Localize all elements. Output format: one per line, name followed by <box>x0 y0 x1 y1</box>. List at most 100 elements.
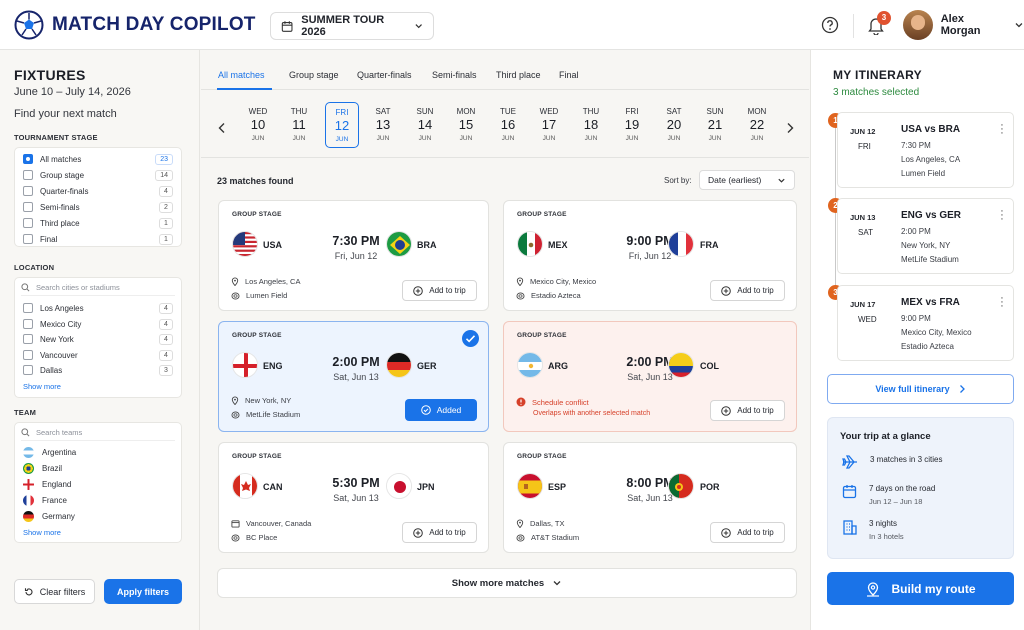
day-option[interactable]: WED 17 JUN <box>532 107 566 142</box>
match-card-conflict[interactable]: GROUP STAGE ARG 2:00 PM Sat, Jun 13 COL … <box>503 321 797 432</box>
day-option[interactable]: THU 11 JUN <box>282 107 316 142</box>
itinerary-item[interactable]: JUN 12 FRI USA vs BRA 7:30 PM Los Angele… <box>837 112 1014 188</box>
add-to-trip-button[interactable]: Add to trip <box>710 280 785 301</box>
city-label: Dallas, TX <box>530 519 565 528</box>
checkbox[interactable] <box>23 319 33 329</box>
location-search-input[interactable]: Search cities or stadiums <box>21 280 175 296</box>
button-label: Add to trip <box>737 406 774 415</box>
button-label: Add to trip <box>429 528 466 537</box>
date-range: June 10 – July 14, 2026 <box>14 86 131 98</box>
added-button[interactable]: Added <box>405 399 477 421</box>
day-number: 10 <box>250 117 266 132</box>
add-to-trip-button[interactable]: Add to trip <box>710 522 785 543</box>
day-option[interactable]: FRI 19 JUN <box>615 107 649 142</box>
more-options-icon[interactable]: · · · <box>1000 206 1004 225</box>
day-option-selected[interactable]: FRI 12 JUN <box>325 102 359 148</box>
team-search-input[interactable]: Search teams <box>21 425 175 441</box>
home-team-code: CAN <box>263 482 283 492</box>
chevron-left-icon[interactable] <box>217 122 227 134</box>
match-card[interactable]: GROUP STAGE ESP 8:00 PM Sat, Jun 13 POR … <box>503 442 797 553</box>
itinerary-item[interactable]: JUN 17 WED MEX vs FRA 9:00 PM Mexico Cit… <box>837 285 1014 361</box>
match-card[interactable]: GROUP STAGE CAN 5:30 PM Sat, Jun 13 JPN … <box>218 442 489 553</box>
option-count: 14 <box>155 169 173 181</box>
day-option[interactable]: SAT 20 JUN <box>657 107 691 142</box>
help-icon[interactable] <box>821 16 839 34</box>
option-label: Semi-finals <box>40 202 80 212</box>
team-option[interactable]: Germany <box>23 509 173 523</box>
location-option[interactable]: Los Angeles 4 <box>23 301 173 315</box>
tab-final[interactable]: Final <box>559 70 579 80</box>
match-card-added[interactable]: GROUP STAGE ENG 2:00 PM Sat, Jun 13 GER … <box>218 321 489 432</box>
location-option[interactable]: Mexico City 4 <box>23 317 173 331</box>
add-to-trip-button[interactable]: Add to trip <box>710 400 785 421</box>
add-to-trip-button[interactable]: Add to trip <box>402 280 477 301</box>
stage-option[interactable]: Third place 1 <box>23 216 173 230</box>
team-option[interactable]: Argentina <box>23 445 173 459</box>
checkbox[interactable] <box>23 218 33 228</box>
option-label: All matches <box>40 154 82 164</box>
show-more-teams[interactable]: Show more <box>23 528 61 537</box>
stage-option[interactable]: Semi-finals 2 <box>23 200 173 214</box>
show-more-matches-button[interactable]: Show more matches <box>217 568 797 598</box>
match-card[interactable]: GROUP STAGE MEX 9:00 PM Fri, Jun 12 FRA … <box>503 200 797 311</box>
day-option[interactable]: MON 22 JUN <box>740 107 774 142</box>
checkbox[interactable] <box>23 350 33 360</box>
chevron-right-icon[interactable] <box>785 122 795 134</box>
option-label: Mexico City <box>40 319 82 329</box>
day-option[interactable]: TUE 16 JUN <box>491 107 525 142</box>
checkbox[interactable] <box>23 186 33 196</box>
search-placeholder: Search teams <box>36 428 83 437</box>
stage-option[interactable]: Group stage 14 <box>23 168 173 182</box>
checkbox[interactable] <box>23 334 33 344</box>
checkbox[interactable] <box>23 303 33 313</box>
itinerary-item[interactable]: JUN 13 SAT ENG vs GER 2:00 PM New York, … <box>837 198 1014 274</box>
view-full-itinerary-button[interactable]: View full itinerary <box>827 374 1014 404</box>
location-option[interactable]: Dallas 3 <box>23 363 173 377</box>
team-option[interactable]: France <box>23 493 173 507</box>
checkbox[interactable] <box>23 154 33 164</box>
day-option[interactable]: SUN 14 JUN <box>408 107 442 142</box>
tour-selector[interactable]: SUMMER TOUR 2026 <box>270 12 434 40</box>
tab-group-stage[interactable]: Group stage <box>289 70 339 80</box>
day-option[interactable]: WED 10 JUN <box>241 107 275 142</box>
day-month: JUN <box>584 135 598 142</box>
add-to-trip-button[interactable]: Add to trip <box>402 522 477 543</box>
build-route-button[interactable]: Build my route <box>827 572 1014 605</box>
stage-option[interactable]: All matches 23 <box>23 152 173 166</box>
day-option[interactable]: SUN 21 JUN <box>698 107 732 142</box>
day-option[interactable]: SAT 13 JUN <box>366 107 400 142</box>
away-team-code: FRA <box>700 240 719 250</box>
day-option[interactable]: THU 18 JUN <box>574 107 608 142</box>
clear-filters-button[interactable]: Clear filters <box>14 579 95 604</box>
team-option[interactable]: Brazil <box>23 461 173 475</box>
location-option[interactable]: New York 4 <box>23 332 173 346</box>
tab-semi-finals[interactable]: Semi-finals <box>432 70 477 80</box>
match-city: Dallas, TX <box>516 519 564 528</box>
button-label: Added <box>436 405 462 415</box>
checkbox[interactable] <box>23 234 33 244</box>
tab-third-place[interactable]: Third place <box>496 70 541 80</box>
apply-filters-button[interactable]: Apply filters <box>104 579 182 604</box>
checkbox[interactable] <box>23 365 33 375</box>
app-logo[interactable]: MATCH DAY COPILOT <box>14 10 256 40</box>
tab-quarter-finals[interactable]: Quarter-finals <box>357 70 412 80</box>
stage-option[interactable]: Final 1 <box>23 232 173 246</box>
team-option[interactable]: England <box>23 477 173 491</box>
chevron-down-icon <box>778 178 785 183</box>
checkbox[interactable] <box>23 202 33 212</box>
results-count: 23 matches found <box>217 176 294 186</box>
more-options-icon[interactable]: · · · <box>1000 120 1004 139</box>
location-option[interactable]: Vancouver 4 <box>23 348 173 362</box>
show-more-locations[interactable]: Show more <box>23 382 61 391</box>
match-card[interactable]: GROUP STAGE USA 7:30 PM Fri, Jun 12 BRA … <box>218 200 489 311</box>
more-options-icon[interactable]: · · · <box>1000 293 1004 312</box>
stage-option[interactable]: Quarter-finals 4 <box>23 184 173 198</box>
user-menu[interactable]: Alex Morgan <box>903 10 1024 40</box>
germany-flag-icon <box>23 510 34 522</box>
option-label: Vancouver <box>40 350 78 360</box>
sort-select[interactable]: Date (earliest) <box>699 170 795 190</box>
pin-icon <box>231 396 239 405</box>
tab-all-matches[interactable]: All matches <box>218 70 265 80</box>
checkbox[interactable] <box>23 170 33 180</box>
day-option[interactable]: MON 15 JUN <box>449 107 483 142</box>
